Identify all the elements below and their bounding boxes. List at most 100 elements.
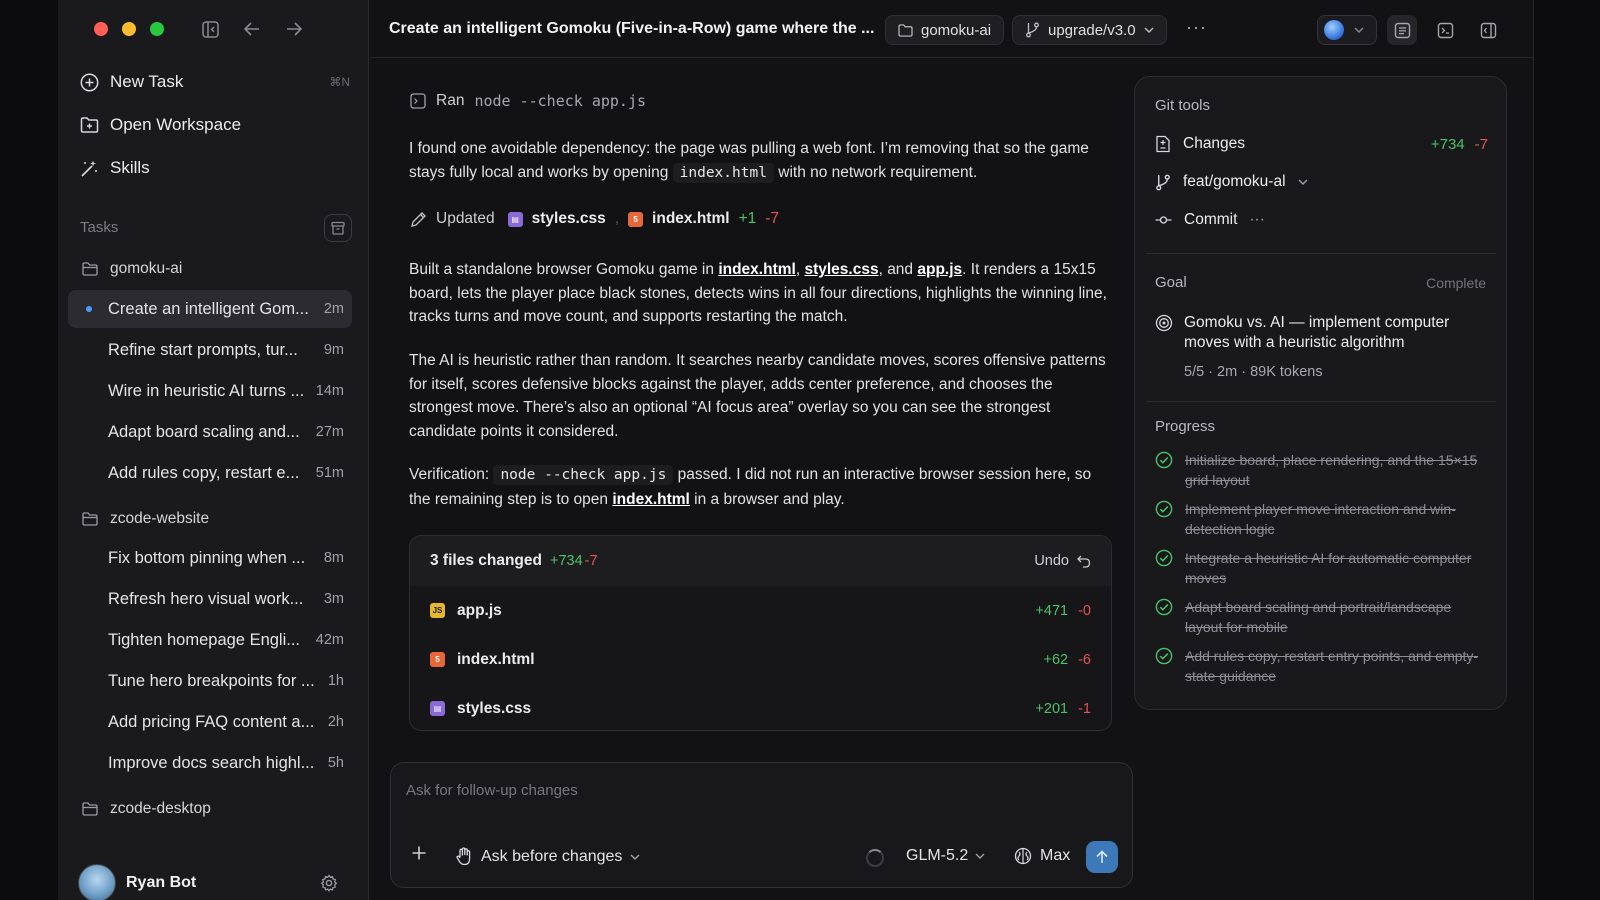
goal-status: Complete xyxy=(1426,275,1486,291)
toggle-sidebar-icon[interactable] xyxy=(200,19,220,39)
file-link-index-html[interactable]: index.html xyxy=(718,261,796,278)
maximize-window-button[interactable] xyxy=(150,22,164,36)
changed-file-row[interactable]: ▤ styles.css +201 -1 xyxy=(410,684,1111,730)
task-item[interactable]: Refine start prompts, tur... 9m xyxy=(68,331,352,369)
task-item[interactable]: Wire in heuristic AI turns ... 14m xyxy=(68,372,352,410)
terminal-icon[interactable] xyxy=(1430,15,1460,45)
archive-icon[interactable] xyxy=(324,214,352,242)
files-changed-title: 3 files changed xyxy=(430,552,542,569)
sidebar-toolbar xyxy=(200,19,304,39)
task-age: 9m xyxy=(323,342,344,358)
folder-zcode-website[interactable]: zcode-website xyxy=(82,510,209,528)
context-usage-indicator xyxy=(866,849,884,867)
progress-item: Integrate a heuristic AI for automatic c… xyxy=(1155,549,1488,588)
task-title: Wire in heuristic AI turns ... xyxy=(108,381,305,400)
progress-item-text: Initialize board, place rendering, and t… xyxy=(1185,452,1478,488)
message-paragraph-2: Built a standalone browser Gomoku game i… xyxy=(409,258,1115,329)
task-item[interactable]: Tune hero breakpoints for ... 1h xyxy=(68,662,352,700)
changed-file-row[interactable]: 5 index.html +62 -6 xyxy=(410,635,1111,684)
toggle-right-panel-icon[interactable] xyxy=(1473,15,1503,45)
task-title: Add pricing FAQ content a... xyxy=(108,712,315,731)
new-task-button[interactable]: New Task ⌘N xyxy=(80,72,350,92)
branch-row[interactable]: feat/gomoku-al xyxy=(1155,173,1488,191)
effort-label: Max xyxy=(1040,847,1071,864)
updated-additions: +1 xyxy=(738,210,757,227)
task-age: 2m xyxy=(323,301,344,317)
add-attachment-icon[interactable] xyxy=(411,845,427,861)
task-title: Improve docs search highl... xyxy=(108,753,315,772)
forward-arrow-icon[interactable] xyxy=(284,19,304,39)
browser-preview-selector[interactable] xyxy=(1317,15,1377,45)
permission-mode-selector[interactable]: Ask before changes xyxy=(455,847,640,866)
git-tools-panel: Git tools Changes +734 -7 feat/gomoku-al … xyxy=(1134,76,1507,710)
task-item[interactable]: Add rules copy, restart e... 51m xyxy=(68,454,352,492)
open-workspace-label: Open Workspace xyxy=(110,115,242,134)
task-item[interactable]: Refresh hero visual work... 3m xyxy=(68,580,352,618)
close-window-button[interactable] xyxy=(94,22,108,36)
changed-file-row[interactable]: JS app.js +471 -0 xyxy=(410,586,1111,635)
file-link-app-js[interactable]: app.js xyxy=(917,261,962,278)
changed-file-name: index.html xyxy=(457,650,535,668)
updated-file-link[interactable]: index.html xyxy=(652,210,730,228)
more-options-button[interactable]: ··· xyxy=(1186,17,1207,38)
progress-item-text: Add rules copy, restart entry points, an… xyxy=(1185,648,1479,684)
model-selector[interactable]: GLM-5.2 xyxy=(906,847,985,865)
hand-icon xyxy=(455,847,473,866)
composer: Ask for follow-up changes Ask before cha… xyxy=(390,762,1133,888)
open-workspace-button[interactable]: Open Workspace xyxy=(80,115,350,135)
skills-button[interactable]: Skills xyxy=(80,158,350,178)
divider xyxy=(1147,253,1496,254)
terminal-icon xyxy=(410,93,426,109)
file-link-styles-css[interactable]: styles.css xyxy=(804,261,878,278)
model-label: GLM-5.2 xyxy=(906,847,969,864)
inline-code: node --check app.js xyxy=(493,465,674,485)
message-paragraph-3: The AI is heuristic rather than random. … xyxy=(409,352,1106,440)
updated-deletions: -7 xyxy=(765,210,780,227)
file-link-index-html[interactable]: index.html xyxy=(612,491,690,508)
user-profile[interactable]: Ryan Bot xyxy=(78,864,196,900)
task-age: 1h xyxy=(327,673,344,689)
ran-command-line[interactable]: Ran node --check app.js xyxy=(410,92,646,110)
task-age: 5h xyxy=(327,755,344,771)
file-additions: +201 xyxy=(1035,700,1069,717)
task-title: Adapt board scaling and... xyxy=(108,422,300,441)
task-title: Refine start prompts, tur... xyxy=(108,340,298,359)
progress-item: Initialize board, place rendering, and t… xyxy=(1155,451,1488,490)
changes-row[interactable]: Changes +734 -7 xyxy=(1155,135,1488,153)
back-arrow-icon[interactable] xyxy=(242,19,262,39)
workspace-chip[interactable]: gomoku-ai xyxy=(885,15,1005,45)
folder-zcode-desktop[interactable]: zcode-desktop xyxy=(82,800,211,818)
task-item[interactable]: Add pricing FAQ content a... 2h xyxy=(68,703,352,741)
document-view-icon[interactable] xyxy=(1387,15,1417,45)
minimize-window-button[interactable] xyxy=(122,22,136,36)
effort-selector[interactable]: Max xyxy=(1014,847,1070,865)
commit-more-button[interactable]: ··· xyxy=(1249,211,1265,229)
goal-title: Goal xyxy=(1155,274,1187,291)
folder-gomoku-ai[interactable]: gomoku-ai xyxy=(82,260,182,278)
branch-selector[interactable]: upgrade/v3.0 xyxy=(1012,15,1167,45)
follow-up-input[interactable]: Ask for follow-up changes xyxy=(406,782,578,799)
folder-icon xyxy=(82,802,98,816)
check-circle-icon xyxy=(1155,647,1173,686)
task-item[interactable]: Tighten homepage Engli... 42m xyxy=(68,621,352,659)
undo-button[interactable]: Undo xyxy=(1034,553,1091,569)
task-item[interactable]: Fix bottom pinning when ... 8m xyxy=(68,539,352,577)
commit-row[interactable]: Commit ··· xyxy=(1155,211,1488,229)
message-text: Verification: xyxy=(409,466,494,483)
send-button[interactable] xyxy=(1086,841,1118,873)
css-file-icon: ▤ xyxy=(430,701,445,716)
updated-file-link[interactable]: styles.css xyxy=(532,210,606,228)
target-icon xyxy=(1155,314,1173,332)
gear-icon[interactable] xyxy=(320,874,338,892)
files-changed-header: 3 files changed +734 -7 Undo xyxy=(410,536,1111,586)
task-item[interactable]: Improve docs search highl... 5h xyxy=(68,744,352,782)
message-text: Built a standalone browser Gomoku game i… xyxy=(409,261,719,278)
arrow-up-icon xyxy=(1096,850,1108,864)
files-changed-additions: +734 xyxy=(549,553,583,569)
js-file-icon: JS xyxy=(430,603,445,618)
header-bar: Create an intelligent Gomoku (Five-in-a-… xyxy=(370,0,1533,58)
task-age: 14m xyxy=(315,383,344,399)
task-item[interactable]: Adapt board scaling and... 27m xyxy=(68,413,352,451)
task-item-active[interactable]: Create an intelligent Gom... 2m xyxy=(68,290,352,328)
git-branch-icon xyxy=(1155,174,1171,191)
